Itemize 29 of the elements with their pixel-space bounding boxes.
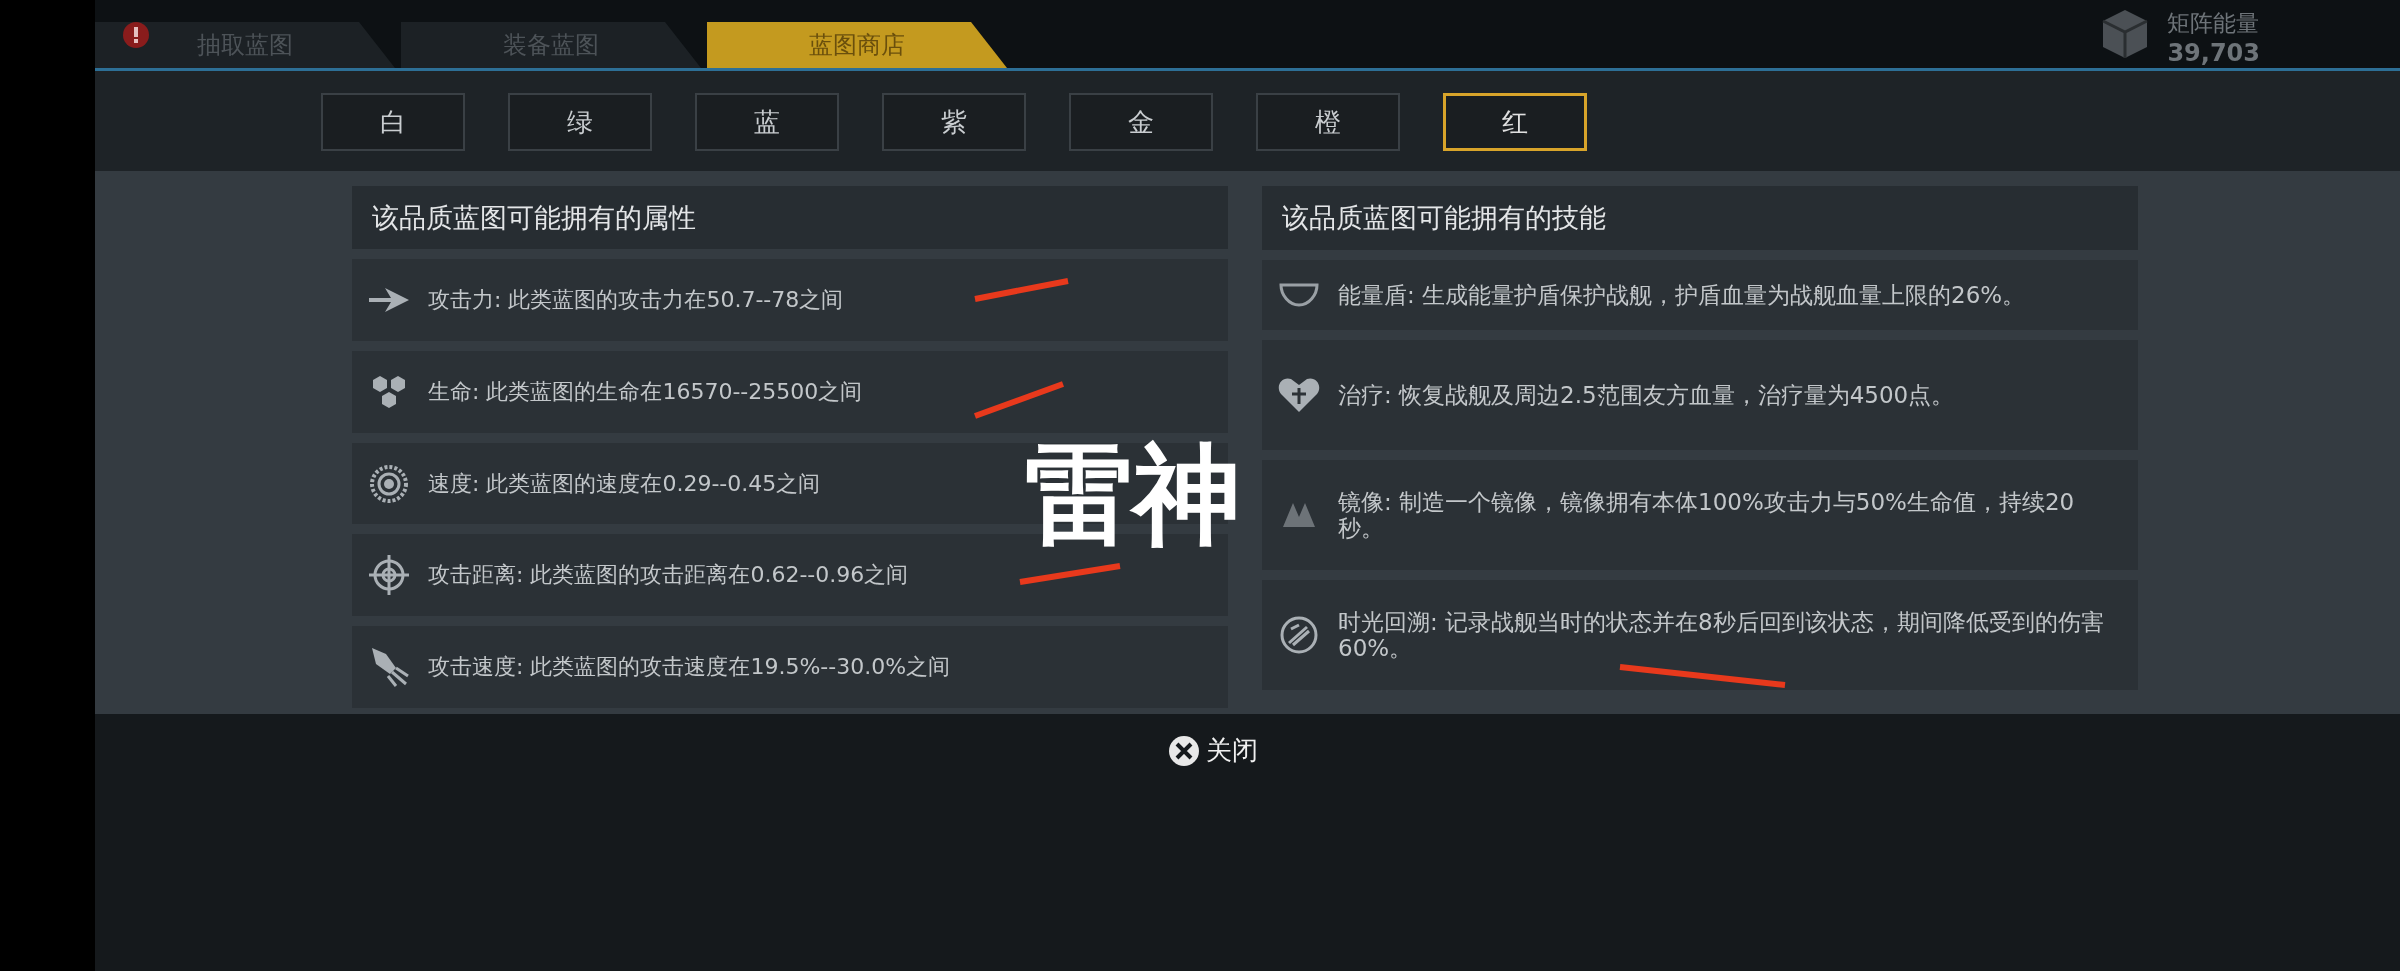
- skill-text: 治疗: 恢复战舰及周边2.5范围友方血量，治疗量为4500点。: [1338, 381, 1955, 409]
- close-button[interactable]: 关闭: [1161, 732, 1264, 769]
- quality-tab[interactable]: 橙: [1256, 93, 1400, 151]
- quality-tab[interactable]: 紫: [882, 93, 1026, 151]
- gear-icon: [370, 464, 408, 503]
- attribute-text: 攻击速度: 此类蓝图的攻击速度在19.5%--30.0%之间: [428, 653, 951, 682]
- skill-text: 镜像: 制造一个镜像，镜像拥有本体100%攻击力与50%生命值，持续20秒。: [1338, 488, 2076, 542]
- currency-value: 39,703: [2167, 39, 2260, 67]
- rewind-icon: [1279, 615, 1319, 655]
- attribute-text: 速度: 此类蓝图的速度在0.29--0.45之间: [428, 469, 821, 498]
- quality-tab[interactable]: 金: [1069, 93, 1213, 151]
- heart-icon: [1278, 376, 1320, 414]
- panel-title: 该品质蓝图可能拥有的技能: [1262, 186, 2138, 250]
- close-icon: [1167, 734, 1200, 767]
- quality-tab[interactable]: 白: [321, 93, 465, 151]
- crosshair-icon: [368, 554, 410, 597]
- quality-tab[interactable]: 绿: [508, 93, 652, 151]
- attribute-text: 攻击距离: 此类蓝图的攻击距离在0.62--0.96之间: [428, 561, 909, 590]
- caption: 雷神: [1025, 441, 1241, 549]
- skill-text: 能量盾: 生成能量护盾保护战舰，护盾血量为战舰血量上限的26%。: [1338, 281, 2026, 309]
- quality-tab[interactable]: 蓝: [695, 93, 839, 151]
- shield-icon: [1279, 283, 1319, 307]
- attribute-text: 生命: 此类蓝图的生命在16570--25500之间: [428, 377, 863, 406]
- hexagons-icon: [371, 373, 407, 410]
- skill-text: 时光回溯: 记录战舰当时的状态并在8秒后回到该状态，期间降低受到的伤害60%。: [1338, 608, 2105, 662]
- currency-label: 矩阵能量: [2167, 9, 2260, 38]
- panel-title: 该品质蓝图可能拥有的属性: [352, 186, 1228, 250]
- quality-tab[interactable]: 红: [1443, 93, 1587, 151]
- attribute-text: 攻击力: 此类蓝图的攻击力在50.7--78之间: [428, 285, 844, 314]
